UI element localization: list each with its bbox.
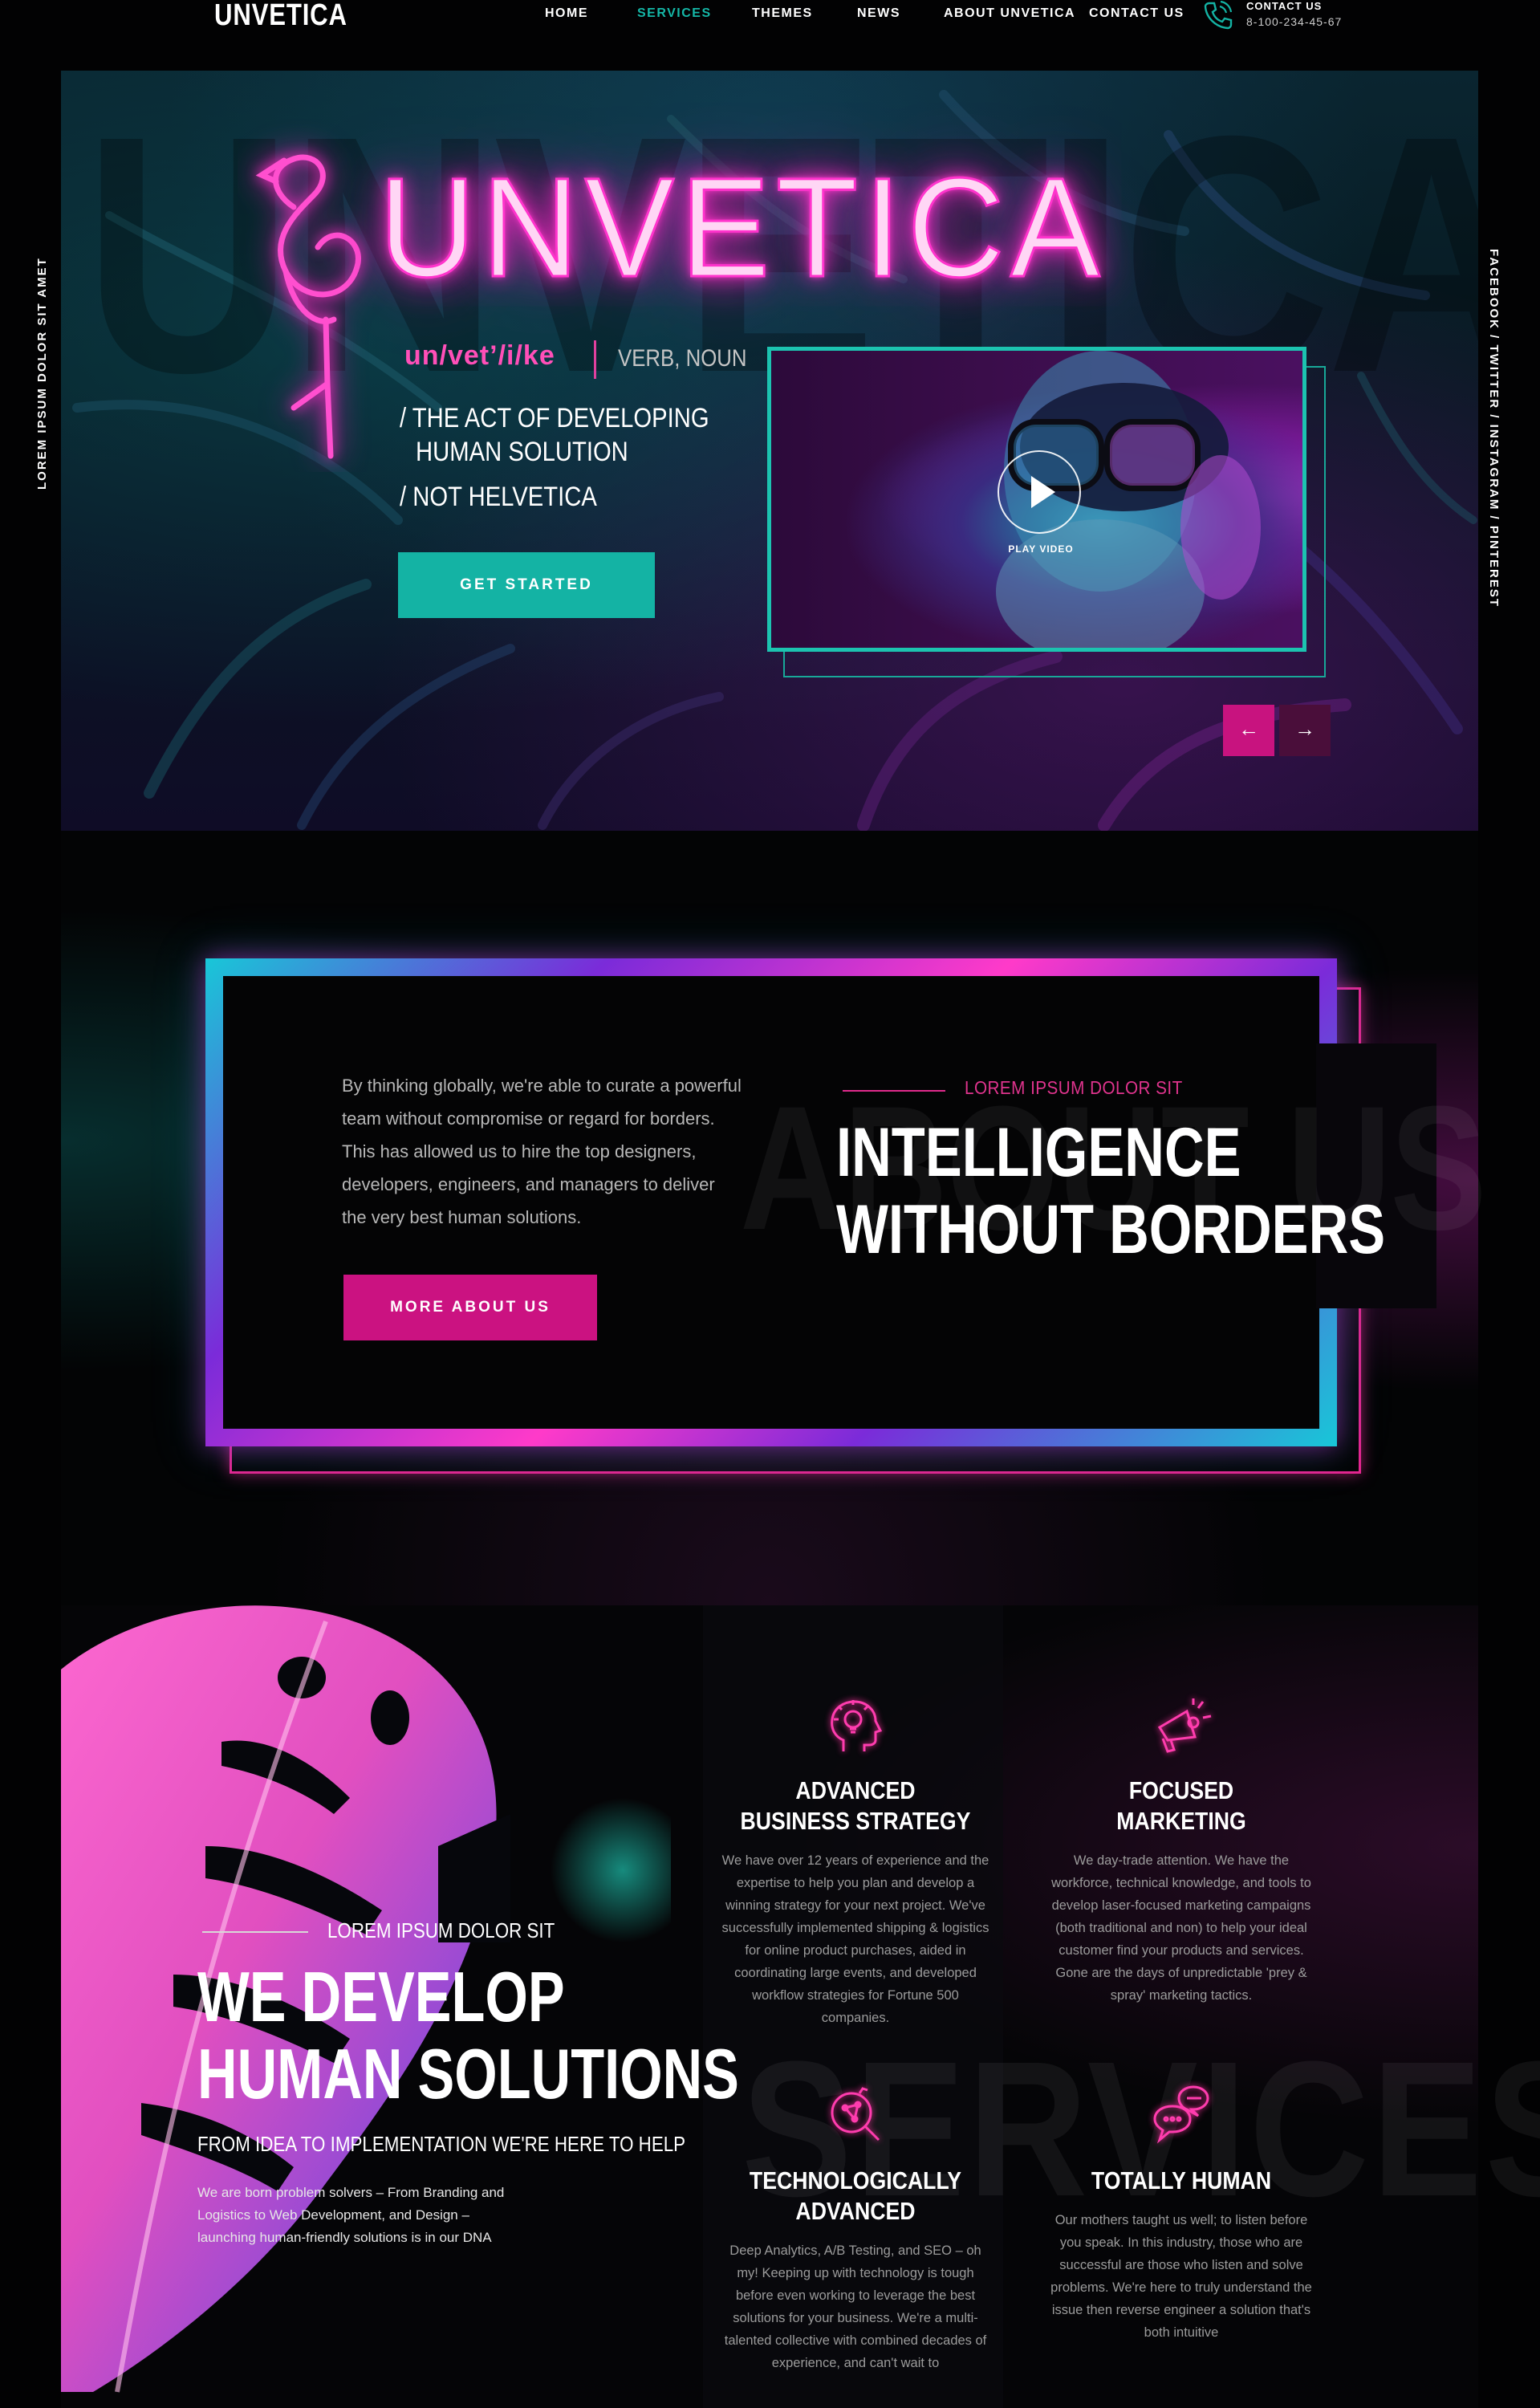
- about-title-line-1: INTELLIGENCE: [836, 1114, 1241, 1191]
- service-card-title: FOCUSED MARKETING: [1116, 1776, 1246, 1835]
- services-description: We are born problem solvers – From Brand…: [197, 2185, 505, 2245]
- contact-label: CONTACT US: [1246, 0, 1323, 12]
- service-card-strategy: ADVANCED BUSINESS STRATEGY We have over …: [719, 1690, 992, 2029]
- chat-bubbles-icon: [1153, 2085, 1209, 2144]
- hero-section: UNVETICA UNVETICA un/vet’/i/ke VERB, NOU…: [61, 71, 1478, 831]
- pronunciation-divider: [594, 340, 596, 379]
- nav-about[interactable]: ABOUT UNVETICA: [944, 6, 1075, 21]
- about-eyebrow: LOREM IPSUM DOLOR SIT: [965, 1077, 1183, 1098]
- magnifier-network-icon: [831, 2087, 880, 2142]
- service-card-marketing: FOCUSED MARKETING We day-trade attention…: [1045, 1690, 1318, 2007]
- about-eyebrow-line: [843, 1090, 945, 1092]
- megaphone-icon: [1157, 1698, 1212, 1753]
- side-tagline: LOREM IPSUM DOLOR SIT AMET: [35, 257, 49, 490]
- services-title-line-1: WE DEVELOP: [197, 1957, 565, 2036]
- nav-services[interactable]: SERVICES: [637, 6, 712, 21]
- services-eyebrow-line: [202, 1931, 308, 1933]
- get-started-button[interactable]: GET STARTED: [398, 552, 655, 618]
- definition-1-line-1: / THE ACT OF DEVELOPING: [400, 403, 709, 433]
- nav-news[interactable]: NEWS: [857, 6, 900, 21]
- service-card-title: TECHNOLOGICALLY ADVANCED: [749, 2166, 962, 2225]
- neon-flamingo-icon: [255, 154, 361, 459]
- slider-prev-button[interactable]: ←: [1223, 705, 1274, 756]
- service-card-text: Deep Analytics, A/B Testing, and SEO – o…: [724, 2243, 987, 2370]
- services-subtitle: FROM IDEA TO IMPLEMENTATION WE'RE HERE T…: [197, 2132, 686, 2156]
- part-of-speech: VERB, NOUN: [618, 345, 747, 372]
- video-thumbnail[interactable]: PLAY VIDEO: [767, 347, 1306, 652]
- about-title-line-2: WITHOUT BORDERS: [836, 1191, 1386, 1268]
- service-card-title: ADVANCED BUSINESS STRATEGY: [740, 1776, 971, 1835]
- slider-next-button[interactable]: →: [1279, 705, 1331, 756]
- services-title: WE DEVELOP HUMAN SOLUTIONS: [197, 1959, 739, 2113]
- about-title: INTELLIGENCE WITHOUT BORDERS: [836, 1114, 1385, 1268]
- definition-1-line-2: HUMAN SOLUTION: [416, 437, 628, 467]
- service-card-technology: TECHNOLOGICALLY ADVANCED Deep Analytics,…: [719, 2081, 992, 2374]
- service-card-human: TOTALLY HUMAN Our mothers taught us well…: [1045, 2081, 1318, 2344]
- site-header: UNVETICA HOME SERVICES THEMES NEWS ABOUT…: [0, 0, 1540, 67]
- nav-contact[interactable]: CONTACT US: [1089, 6, 1184, 21]
- definition-2: / NOT HELVETICA: [400, 482, 597, 512]
- contact-phone[interactable]: 8-100-234-45-67: [1246, 15, 1342, 28]
- service-card-title: TOTALLY HUMAN: [1091, 2166, 1272, 2194]
- service-card-text: Our mothers taught us well; to listen be…: [1050, 2213, 1312, 2340]
- service-card-text: We day-trade attention. We have the work…: [1051, 1853, 1311, 2003]
- social-links[interactable]: FACEBOOK / TWITTER / INSTAGRAM / PINTERE…: [1487, 249, 1501, 608]
- arrow-left-icon: ←: [1238, 717, 1259, 741]
- site-logo[interactable]: UNVETICA: [214, 0, 347, 33]
- services-title-line-2: HUMAN SOLUTIONS: [197, 2034, 739, 2113]
- hero-neon-title: UNVETICA: [378, 149, 1107, 307]
- head-lightbulb-icon: [831, 1700, 883, 1751]
- phone-icon[interactable]: [1200, 0, 1235, 32]
- services-eyebrow: LOREM IPSUM DOLOR SIT: [327, 1918, 555, 1942]
- nav-themes[interactable]: THEMES: [752, 6, 813, 21]
- service-card-text: We have over 12 years of experience and …: [721, 1853, 989, 2025]
- nav-home[interactable]: HOME: [545, 6, 588, 21]
- play-icon: [1031, 476, 1055, 508]
- about-description: By thinking globally, we're able to cura…: [342, 1076, 742, 1227]
- more-about-us-button[interactable]: MORE ABOUT US: [343, 1275, 597, 1340]
- arrow-right-icon: →: [1294, 717, 1315, 741]
- pronunciation: un/vet’/i/ke: [404, 340, 555, 371]
- play-video-button[interactable]: [998, 450, 1081, 534]
- play-video-label: PLAY VIDEO: [1008, 543, 1074, 555]
